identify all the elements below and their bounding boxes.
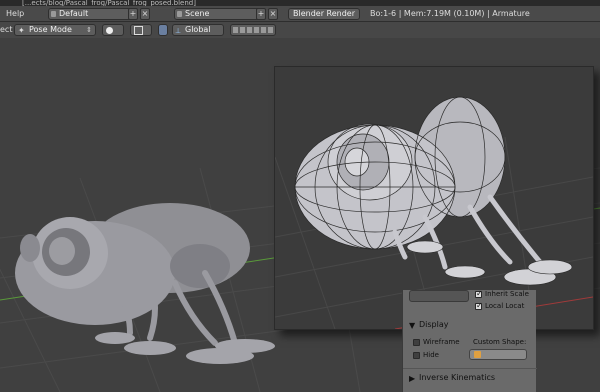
layout-add-button[interactable]: + (128, 8, 138, 20)
manipulator-toggle[interactable] (158, 24, 168, 36)
scene-add-button[interactable]: + (256, 8, 266, 20)
display-collapse-icon[interactable]: ▼ (409, 321, 415, 330)
frog-model-wireframe (294, 96, 573, 286)
local-location-checkbox[interactable] (475, 301, 483, 310)
view3d-header: ect ✦ Pose Mode ⇕ ⊥ Global (0, 22, 600, 38)
scene-value: Scene (185, 9, 210, 18)
display-header[interactable]: Display (419, 320, 449, 329)
custom-shape-label: Custom Shape: (473, 338, 527, 346)
pose-icon: ✦ (18, 26, 25, 35)
render-engine-selector[interactable]: Blender Render (288, 8, 360, 20)
info-header: Help Default + × Scene + × Blender Rende… (0, 6, 600, 22)
wireframe-label: Wireframe (423, 338, 460, 346)
scene-remove-button[interactable]: × (268, 8, 278, 20)
scene-stats: Bo:1-6 | Mem:7.19M (0.10M) | Armature (370, 9, 530, 18)
layer-grid-icon (233, 27, 273, 33)
hide-checkbox[interactable] (413, 352, 420, 359)
object-icon (474, 351, 481, 358)
pivot-icon (134, 26, 143, 35)
wireframe-checkbox[interactable] (413, 339, 420, 346)
pivot-point-selector[interactable] (130, 24, 152, 36)
axis-icon: ⊥ (175, 27, 182, 35)
mode-selector[interactable]: ✦ Pose Mode ⇕ (14, 24, 96, 36)
inherit-scale-checkbox[interactable] (475, 289, 483, 298)
bone-properties-panel: Inherit Scale Local Locat ▼ Display Wire… (402, 289, 537, 392)
orientation-value: Global (185, 25, 211, 34)
hide-label: Hide (423, 351, 439, 359)
inherit-field[interactable] (409, 290, 469, 302)
layout-remove-button[interactable]: × (140, 8, 150, 20)
scene-icon (177, 11, 182, 17)
scene-selector[interactable]: Scene (174, 8, 264, 20)
help-menu[interactable]: Help (6, 8, 24, 20)
shading-solid-icon (106, 27, 113, 34)
object-menu[interactable]: ect (0, 25, 12, 34)
render-engine-value: Blender Render (293, 9, 356, 18)
chevron-down-icon: ⇕ (86, 26, 92, 34)
viewport-3d[interactable]: Inherit Scale Local Locat ▼ Display Wire… (0, 38, 600, 392)
layer-buttons[interactable] (230, 24, 276, 36)
mode-value: Pose Mode (29, 25, 72, 34)
frog-model-smooth (15, 203, 275, 364)
local-location-label: Local Locat (485, 302, 525, 310)
ik-header[interactable]: Inverse Kinematics (419, 373, 495, 382)
ik-expand-icon[interactable]: ▶ (409, 374, 415, 383)
layout-selector[interactable]: Default (48, 8, 136, 20)
viewport-shading-selector[interactable] (102, 24, 124, 36)
custom-shape-field[interactable] (469, 349, 527, 360)
panel-divider (403, 368, 537, 369)
inherit-scale-label: Inherit Scale (485, 290, 529, 298)
layout-value: Default (59, 9, 89, 18)
orientation-selector[interactable]: ⊥ Global (172, 24, 224, 36)
layout-icon (51, 11, 56, 17)
